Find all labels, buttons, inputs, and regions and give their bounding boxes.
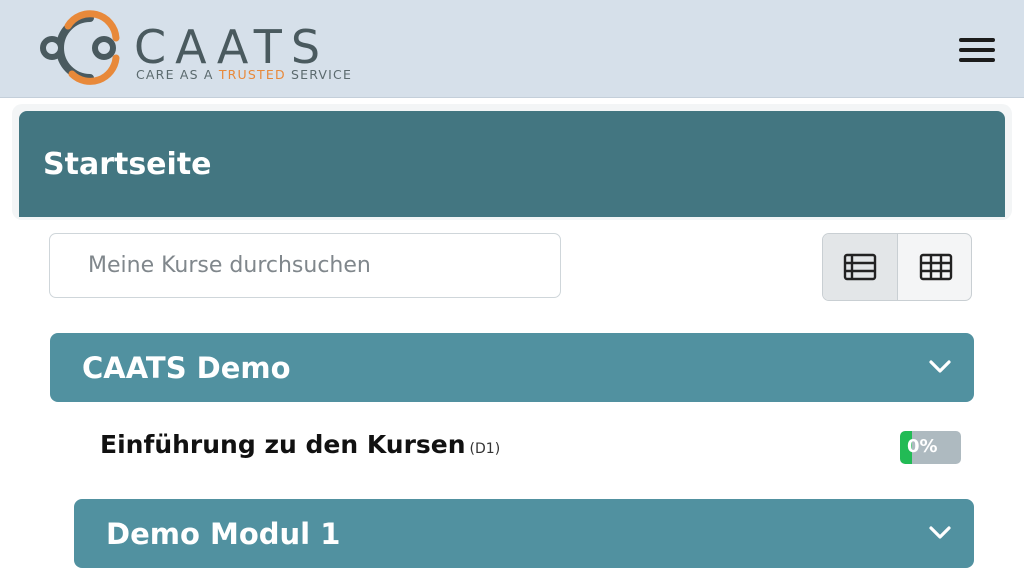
course-group-demo-modul-1[interactable]: Demo Modul 1 xyxy=(74,499,974,568)
course-group-title: CAATS Demo xyxy=(82,350,291,385)
course-title: Einführung zu den Kursen xyxy=(100,430,466,459)
hamburger-line xyxy=(959,38,995,42)
tagline-part-1: CARE AS A xyxy=(136,67,219,82)
hamburger-line xyxy=(959,48,995,52)
list-view-icon xyxy=(843,253,877,281)
search-input[interactable] xyxy=(49,233,561,298)
grid-view-icon xyxy=(919,253,952,281)
course-code: (D1) xyxy=(469,441,501,457)
course-progress-bar: 0% xyxy=(900,431,961,464)
caats-logo-mark-icon xyxy=(40,10,120,85)
logo-tagline: CARE AS A TRUSTED SERVICE xyxy=(136,68,352,82)
chevron-down-icon[interactable] xyxy=(928,359,952,375)
progress-label: 0% xyxy=(907,436,938,457)
tagline-part-2: SERVICE xyxy=(285,67,353,82)
page-title-bar: Startseite xyxy=(19,111,1005,217)
app-header: CAATS CARE AS A TRUSTED SERVICE xyxy=(0,0,1024,98)
grid-view-button[interactable] xyxy=(898,234,971,300)
course-group-title: Demo Modul 1 xyxy=(106,516,341,551)
list-view-button[interactable] xyxy=(823,234,898,300)
tagline-highlight: TRUSTED xyxy=(218,67,286,82)
chevron-down-icon[interactable] xyxy=(928,525,952,541)
course-group-caats-demo[interactable]: CAATS Demo xyxy=(50,333,974,402)
hamburger-line xyxy=(959,58,995,62)
hamburger-icon[interactable] xyxy=(959,38,997,64)
page-title: Startseite xyxy=(43,147,212,182)
course-link-einfuehrung[interactable]: Einführung zu den Kursen (D1) xyxy=(100,428,500,466)
caats-logo[interactable]: CAATS CARE AS A TRUSTED SERVICE xyxy=(38,8,358,88)
view-toggle xyxy=(822,233,972,301)
logo-wordmark: CAATS xyxy=(134,20,330,74)
